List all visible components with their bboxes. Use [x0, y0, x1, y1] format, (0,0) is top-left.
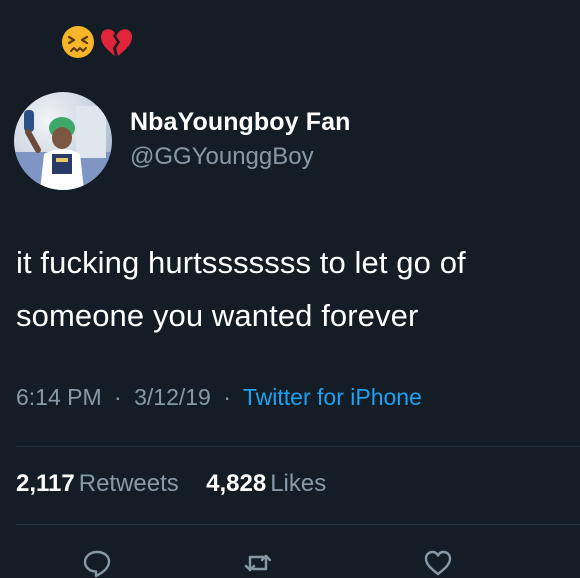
tweet-date[interactable]: 3/12/19	[134, 384, 211, 410]
display-name[interactable]: NbaYoungboy Fan	[130, 108, 350, 137]
tweet-text: it fucking hurtsssssss to let go of some…	[16, 236, 566, 342]
tweet-meta: 6:14 PM · 3/12/19 · Twitter for iPhone	[16, 384, 422, 411]
divider	[16, 446, 580, 447]
tweet-stats: 2,117 Retweets 4,828 Likes	[16, 470, 326, 498]
author-names: NbaYoungboy Fan @GGYounggBoy	[130, 108, 350, 171]
tweet-text-line: it fucking hurtsssssss to let go of	[16, 245, 466, 280]
avatar[interactable]	[14, 92, 112, 190]
retweets-count: 2,117	[16, 470, 75, 497]
tweet-text-line: someone you wanted forever	[16, 298, 419, 333]
tweet-source-link[interactable]: Twitter for iPhone	[243, 384, 422, 410]
retweet-icon[interactable]	[243, 548, 273, 578]
confounded-face-icon	[62, 26, 94, 58]
emoji-row	[60, 24, 134, 60]
likes-stat[interactable]: 4,828 Likes	[206, 470, 326, 497]
divider	[16, 524, 580, 525]
like-icon[interactable]	[423, 548, 453, 578]
meta-separator: ·	[114, 384, 122, 410]
tweet-screen: NbaYoungboy Fan @GGYounggBoy it fucking …	[0, 0, 580, 578]
meta-separator: ·	[223, 384, 231, 410]
tweet-header: NbaYoungboy Fan @GGYounggBoy	[14, 92, 350, 190]
avatar-photo-icon	[14, 106, 112, 190]
broken-heart-icon	[101, 29, 132, 56]
likes-label: Likes	[270, 470, 327, 497]
user-handle[interactable]: @GGYounggBoy	[130, 143, 350, 171]
retweets-stat[interactable]: 2,117 Retweets	[16, 470, 185, 497]
reply-icon[interactable]	[82, 548, 112, 578]
action-bar	[0, 548, 580, 578]
tweet-time[interactable]: 6:14 PM	[16, 384, 102, 410]
retweets-label: Retweets	[78, 470, 179, 497]
likes-count: 4,828	[206, 470, 267, 497]
